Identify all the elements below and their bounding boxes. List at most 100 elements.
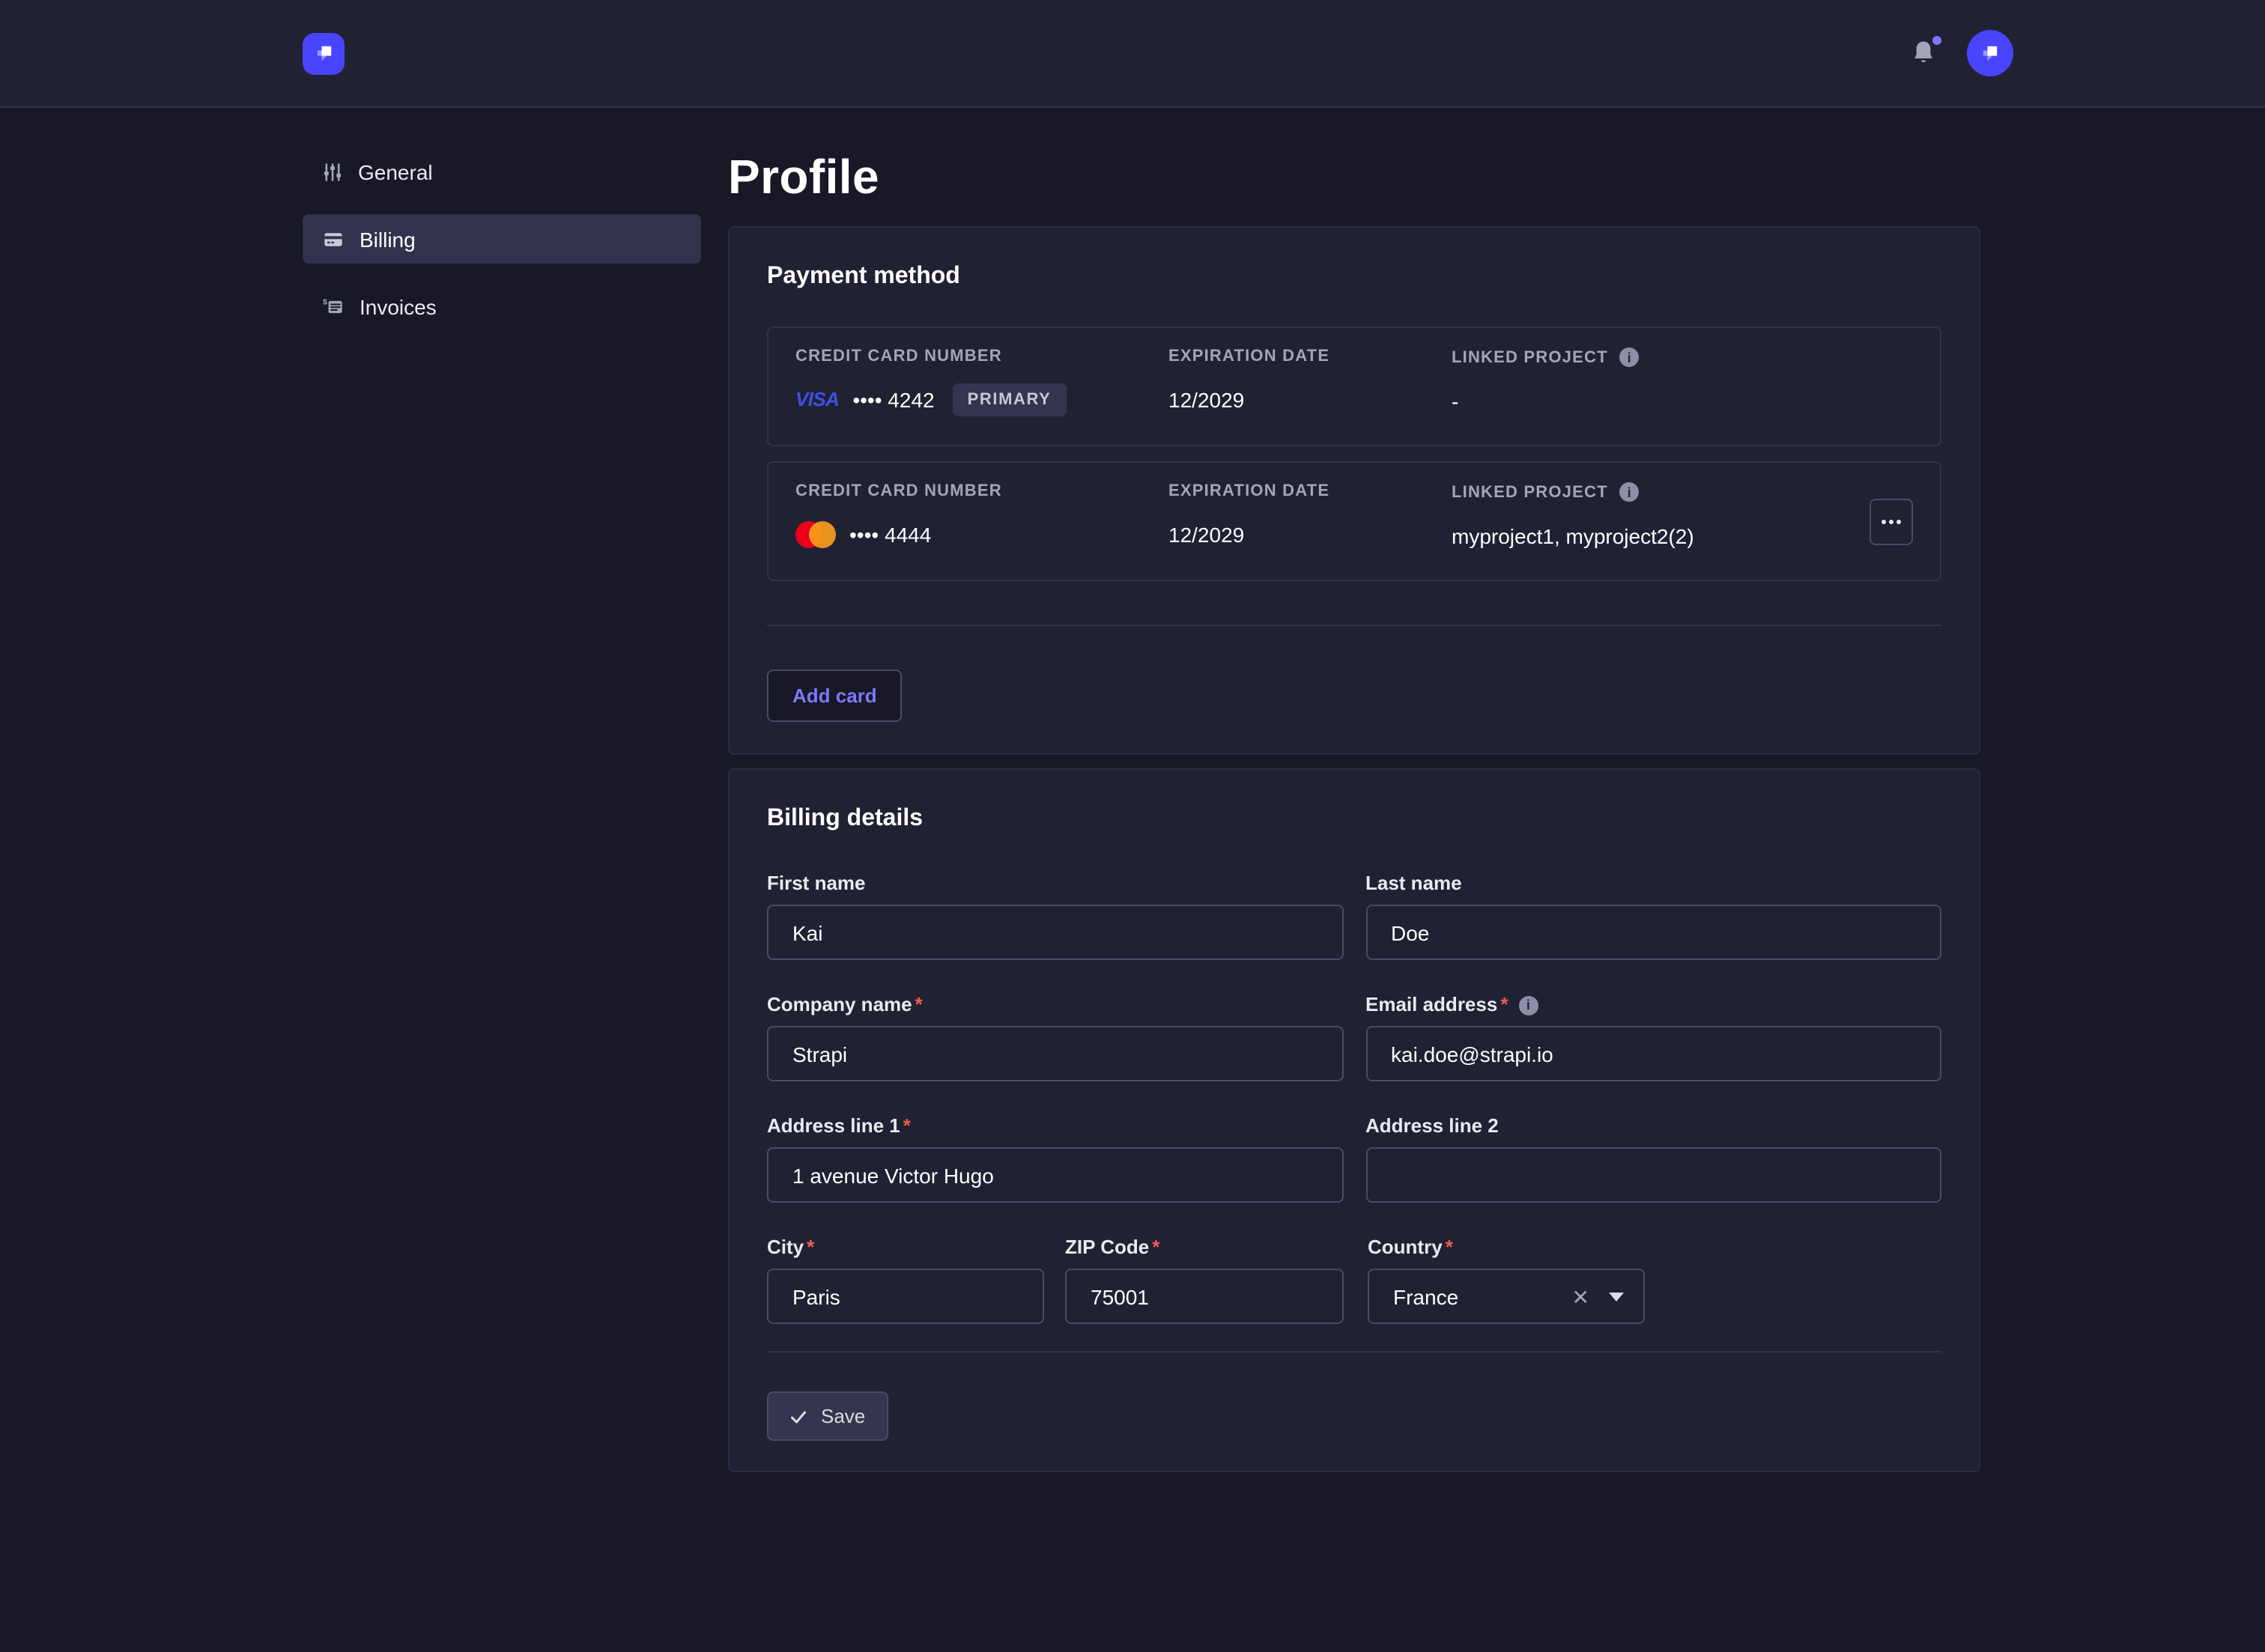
zip-code-field-group: ZIP Code*: [1065, 1236, 1344, 1324]
first-name-input[interactable]: [767, 905, 1343, 960]
divider: [767, 625, 1941, 626]
linked-project-label: LINKED PROJECT: [1452, 483, 1608, 501]
linked-project-value: -: [1452, 383, 1913, 418]
sliders-icon: [322, 161, 343, 182]
expiration-label: EXPIRATION DATE: [1168, 347, 1452, 365]
email-field-group: Email address*: [1365, 993, 1941, 1081]
chevron-down-icon: [1609, 1292, 1624, 1301]
payment-method-card: Payment method CREDIT CARD NUMBER VISA •…: [728, 226, 1980, 755]
strapi-logo[interactable]: [303, 32, 345, 74]
card-number-label: CREDIT CARD NUMBER: [795, 482, 1168, 500]
zip-code-label: ZIP Code: [1065, 1236, 1149, 1260]
main-content: Profile Payment method CREDIT CARD NUMBE…: [728, 147, 1980, 1486]
required-asterisk: *: [1446, 1236, 1453, 1260]
save-button-label: Save: [821, 1405, 865, 1427]
required-asterisk: *: [1500, 993, 1508, 1017]
settings-sidebar: General Billing $ In: [303, 147, 701, 1486]
last-name-input[interactable]: [1365, 905, 1941, 960]
city-field-group: City*: [767, 1236, 1044, 1324]
required-asterisk: *: [915, 993, 923, 1017]
strapi-logo-icon: [311, 40, 336, 66]
card-number-column: CREDIT CARD NUMBER VISA •••• 4242 PRIMAR…: [795, 347, 1168, 425]
company-name-input[interactable]: [767, 1026, 1343, 1081]
city-label: City: [767, 1236, 804, 1260]
required-asterisk: *: [1152, 1236, 1159, 1260]
card-number-label: CREDIT CARD NUMBER: [795, 347, 1168, 365]
masked-card-number: •••• 4444: [849, 522, 931, 546]
last-name-field-group: Last name: [1365, 872, 1941, 960]
country-label: Country: [1368, 1236, 1443, 1260]
expiration-value: 12/2029: [1168, 517, 1452, 551]
credit-card-row-mastercard: CREDIT CARD NUMBER •••• 4444 EXPIRATION …: [767, 461, 1941, 581]
address-line2-field-group: Address line 2: [1365, 1114, 1941, 1203]
city-input[interactable]: [767, 1269, 1044, 1324]
country-select[interactable]: France ✕: [1368, 1269, 1645, 1324]
first-name-label: First name: [767, 872, 866, 896]
bell-icon: [1911, 38, 1935, 65]
payment-method-title: Payment method: [767, 264, 1941, 291]
linked-project-column: LINKED PROJECT -: [1452, 347, 1913, 425]
divider: [767, 1351, 1941, 1352]
info-icon[interactable]: [1620, 482, 1640, 502]
svg-text:$: $: [323, 297, 327, 306]
required-asterisk: *: [807, 1236, 814, 1260]
city-zip-country-row: City* ZIP Code* Country* France ✕: [767, 1236, 1941, 1324]
card-more-options-button[interactable]: [1870, 498, 1913, 544]
check-icon: [789, 1407, 807, 1425]
billing-details-card: Billing details First name Last name Com…: [728, 768, 1980, 1472]
expiration-value: 12/2029: [1168, 382, 1452, 416]
card-number-column: CREDIT CARD NUMBER •••• 4444: [795, 482, 1168, 560]
sidebar-item-invoices[interactable]: $ Invoices: [303, 282, 701, 331]
sidebar-item-general[interactable]: General: [303, 147, 701, 196]
company-name-field-group: Company name*: [767, 993, 1343, 1081]
notifications-button[interactable]: [1910, 38, 1937, 68]
expiration-column: EXPIRATION DATE 12/2029: [1168, 482, 1452, 560]
user-avatar[interactable]: [1967, 30, 2013, 76]
email-input[interactable]: [1365, 1026, 1941, 1081]
sidebar-item-label: General: [358, 161, 433, 182]
clear-selection-icon[interactable]: ✕: [1572, 1286, 1589, 1307]
credit-card-icon: [322, 228, 345, 249]
linked-project-column: LINKED PROJECT myproject1, myproject2(2): [1452, 482, 1870, 560]
zip-code-input[interactable]: [1065, 1269, 1344, 1324]
email-label: Email address: [1365, 993, 1497, 1017]
invoice-icon: $: [322, 296, 345, 317]
address-line1-input[interactable]: [767, 1147, 1343, 1203]
required-asterisk: *: [903, 1114, 911, 1138]
visa-logo-icon: VISA: [795, 388, 839, 410]
info-icon[interactable]: [1620, 347, 1640, 367]
expiration-label: EXPIRATION DATE: [1168, 482, 1452, 500]
page-title: Profile: [728, 150, 1980, 205]
credit-card-row-visa: CREDIT CARD NUMBER VISA •••• 4242 PRIMAR…: [767, 327, 1941, 446]
info-icon[interactable]: [1518, 995, 1538, 1015]
mastercard-logo-icon: [795, 520, 836, 547]
billing-form: First name Last name Company name* Email…: [767, 872, 1941, 1203]
last-name-label: Last name: [1365, 872, 1462, 896]
sidebar-item-label: Billing: [360, 228, 416, 249]
notification-dot-icon: [1932, 35, 1941, 44]
address-line2-label: Address line 2: [1365, 1114, 1499, 1138]
top-bar-actions: [1910, 30, 2013, 76]
content-layout: General Billing $ In: [0, 108, 2265, 1486]
sidebar-item-billing[interactable]: Billing: [303, 214, 701, 264]
primary-badge: PRIMARY: [953, 383, 1067, 416]
first-name-field-group: First name: [767, 872, 1343, 960]
avatar-strapi-mark-icon: [1977, 40, 2003, 66]
address-line2-input[interactable]: [1365, 1147, 1941, 1203]
address-line1-field-group: Address line 1*: [767, 1114, 1343, 1203]
save-button[interactable]: Save: [767, 1391, 888, 1441]
company-name-label: Company name: [767, 993, 912, 1017]
billing-details-title: Billing details: [767, 806, 1941, 833]
country-selected-value: France: [1393, 1284, 1572, 1308]
address-line1-label: Address line 1: [767, 1114, 900, 1138]
add-card-button[interactable]: Add card: [767, 669, 903, 722]
more-options-icon: [1882, 519, 1886, 523]
app-window: General Billing $ In: [0, 0, 2265, 1652]
expiration-column: EXPIRATION DATE 12/2029: [1168, 347, 1452, 425]
country-field-group: Country* France ✕: [1368, 1236, 1645, 1324]
masked-card-number: •••• 4242: [852, 387, 934, 411]
sidebar-item-label: Invoices: [360, 296, 437, 317]
top-bar: [0, 0, 2265, 108]
linked-project-value: myproject1, myproject2(2): [1452, 518, 1870, 553]
linked-project-label: LINKED PROJECT: [1452, 348, 1608, 366]
